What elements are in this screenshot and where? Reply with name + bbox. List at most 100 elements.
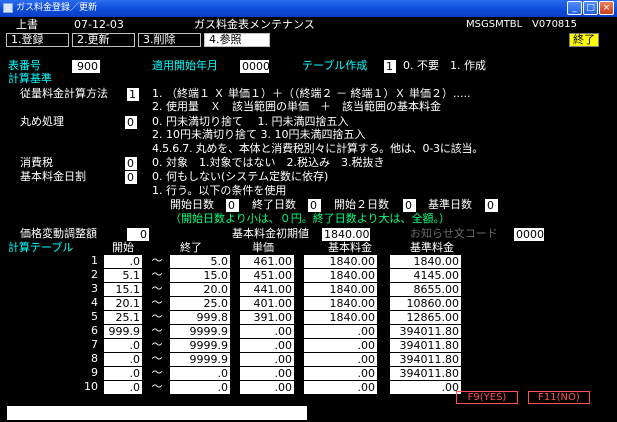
- calc-basis-label: 計算基準: [8, 72, 52, 85]
- window-title: ガス料金登録／更新: [16, 3, 98, 13]
- base-fee-field[interactable]: .00: [304, 381, 377, 394]
- std-fee-field[interactable]: 394011.80: [390, 339, 461, 352]
- version-id: V070815: [532, 19, 578, 30]
- header-user: 上書: [16, 18, 38, 31]
- create-field[interactable]: 1: [384, 60, 396, 73]
- unit-price-field[interactable]: 441.00: [240, 283, 294, 296]
- start-field[interactable]: .0: [104, 339, 142, 352]
- minimize-button[interactable]: _: [567, 1, 582, 15]
- row-number: 4: [91, 296, 98, 309]
- row-number: 5: [91, 310, 98, 323]
- unit-price-field[interactable]: .00: [240, 325, 294, 338]
- row-number: 3: [91, 282, 98, 295]
- end-days-field[interactable]: 0: [308, 199, 321, 212]
- unit-price-field[interactable]: 451.00: [240, 269, 294, 282]
- base-fee-field[interactable]: 1840.00: [304, 269, 377, 282]
- std-fee-field[interactable]: 394011.80: [390, 353, 461, 366]
- unit-price-field[interactable]: 461.00: [240, 255, 294, 268]
- start-field[interactable]: 25.1: [104, 311, 142, 324]
- app-icon: [3, 3, 13, 13]
- end-field[interactable]: 9999.9: [170, 339, 230, 352]
- base-fee-field[interactable]: .00: [304, 367, 377, 380]
- unit-price-field[interactable]: .00: [240, 381, 294, 394]
- std-fee-field[interactable]: .00: [390, 381, 461, 394]
- range-tilde: ～: [151, 268, 163, 281]
- base-fee-field[interactable]: 1840.00: [304, 311, 377, 324]
- start-field[interactable]: 5.1: [104, 269, 142, 282]
- start-ym-field[interactable]: 0000: [240, 60, 270, 73]
- end-field[interactable]: .0: [170, 367, 230, 380]
- start-field[interactable]: .0: [104, 353, 142, 366]
- maximize-button[interactable]: □: [583, 1, 598, 15]
- table-no-label: 表番号: [8, 59, 41, 72]
- base-fee-field[interactable]: 1840.00: [304, 283, 377, 296]
- unit-price-field[interactable]: 391.00: [240, 311, 294, 324]
- menu-update[interactable]: 2.更新: [72, 33, 135, 47]
- end-button[interactable]: 終了: [569, 33, 599, 47]
- price-adj-field[interactable]: 0: [127, 228, 149, 241]
- tax-field[interactable]: 0: [125, 157, 137, 170]
- base-fee-field[interactable]: .00: [304, 339, 377, 352]
- start-field[interactable]: .0: [104, 367, 142, 380]
- menu-delete[interactable]: 3.削除: [138, 33, 201, 47]
- base-fee-field[interactable]: .00: [304, 325, 377, 338]
- std-fee-field[interactable]: 1840.00: [390, 255, 461, 268]
- end-field[interactable]: 9999.9: [170, 353, 230, 366]
- menu-register[interactable]: 1.登録: [6, 33, 69, 47]
- start-field[interactable]: 15.1: [104, 283, 142, 296]
- base-fee-field[interactable]: 1840.00: [304, 297, 377, 310]
- base-initial-field[interactable]: 1840.00: [322, 228, 370, 241]
- start-field[interactable]: 999.9: [104, 325, 142, 338]
- range-tilde: ～: [151, 352, 163, 365]
- menu-view[interactable]: 4.参照: [204, 33, 270, 47]
- row-number: 1: [91, 254, 98, 267]
- end-field[interactable]: 999.8: [170, 311, 230, 324]
- start-field[interactable]: 20.1: [104, 297, 142, 310]
- daily-option-1: 0. 何もしない(システム定数に依存): [152, 170, 329, 183]
- rounding-option-1: 0. 円未満切り捨て 1. 円未満四捨五入: [152, 115, 349, 128]
- start-field[interactable]: .0: [104, 381, 142, 394]
- rounding-option-2: 2. 10円未満切り捨て 3. 10円未満四捨五入: [152, 128, 366, 141]
- f11-no-button[interactable]: F11(NO): [528, 391, 590, 404]
- usage-method-field[interactable]: 1: [127, 88, 139, 101]
- std-fee-field[interactable]: 4145.00: [390, 269, 461, 282]
- close-button[interactable]: ×: [599, 1, 614, 15]
- unit-price-field[interactable]: .00: [240, 339, 294, 352]
- end-field[interactable]: 25.0: [170, 297, 230, 310]
- start-field[interactable]: .0: [104, 255, 142, 268]
- rounding-label: 丸め処理: [20, 115, 64, 128]
- end-field[interactable]: 20.0: [170, 283, 230, 296]
- row-number: 8: [91, 352, 98, 365]
- end-field[interactable]: 5.0: [170, 255, 230, 268]
- end-field[interactable]: 9999.9: [170, 325, 230, 338]
- unit-price-field[interactable]: .00: [240, 353, 294, 366]
- col-header-unit: 単価: [252, 241, 274, 254]
- usage-option-2: 2. 使用量 Ｘ 該当範囲の単価 ＋ 該当範囲の基本料金: [152, 100, 441, 113]
- start-days-label: 開始日数: [170, 198, 214, 211]
- unit-price-field[interactable]: .00: [240, 367, 294, 380]
- start-days-field[interactable]: 0: [226, 199, 239, 212]
- row-number: 10: [84, 380, 98, 393]
- start-days2-field[interactable]: 0: [403, 199, 416, 212]
- notice-field[interactable]: 0000: [514, 228, 544, 241]
- col-header-std: 基準料金: [410, 241, 454, 254]
- rounding-field[interactable]: 0: [125, 116, 137, 129]
- table-no-field[interactable]: 900: [72, 60, 100, 73]
- std-fee-field[interactable]: 10860.00: [390, 297, 461, 310]
- std-fee-field[interactable]: 12865.00: [390, 311, 461, 324]
- std-fee-field[interactable]: 394011.80: [390, 325, 461, 338]
- f9-yes-button[interactable]: F9(YES): [456, 391, 518, 404]
- end-field[interactable]: .0: [170, 381, 230, 394]
- title-bar[interactable]: ガス料金登録／更新 _ □ ×: [0, 0, 617, 17]
- base-fee-field[interactable]: .00: [304, 353, 377, 366]
- message-line: [7, 406, 307, 420]
- end-field[interactable]: 15.0: [170, 269, 230, 282]
- range-tilde: ～: [151, 366, 163, 379]
- base-days-field[interactable]: 0: [485, 199, 498, 212]
- base-fee-field[interactable]: 1840.00: [304, 255, 377, 268]
- std-fee-field[interactable]: 8655.00: [390, 283, 461, 296]
- unit-price-field[interactable]: 401.00: [240, 297, 294, 310]
- usage-option-1: 1. （終端１ Ｘ 単価１）＋（（終端２ － 終端１）Ｘ 単価２）.....: [152, 87, 471, 100]
- std-fee-field[interactable]: 394011.80: [390, 367, 461, 380]
- daily-field[interactable]: 0: [125, 171, 137, 184]
